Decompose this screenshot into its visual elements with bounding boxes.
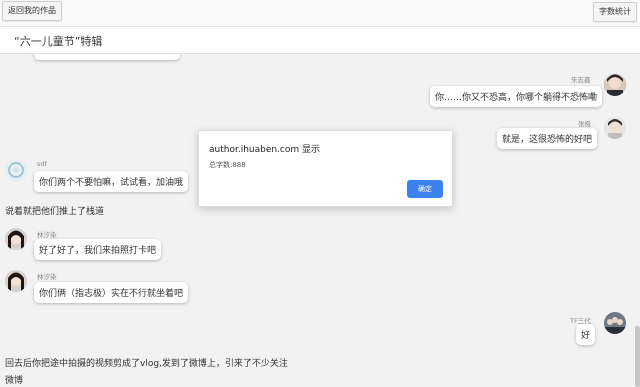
avatar <box>604 312 626 334</box>
chat-bubble: 好 <box>576 324 596 345</box>
chat-area[interactable]: 朱志鑫 你……你又不恐高，你哪个躺得不恐怖嘞 张极 就是，这很恐怖的好吧 sdf <box>0 54 640 387</box>
avatar-image <box>604 74 626 96</box>
narration-text: 回去后你把途中拍摄的视频剪成了vlog,发到了微博上，引来了不少关注 <box>5 359 288 369</box>
top-toolbar: 返回我的作品 字数统计 <box>0 0 640 27</box>
avatar <box>5 228 27 250</box>
chat-bubble: 你们两个不要怕嘛，试试看，加油哦 <box>34 171 189 192</box>
dialog-message: 总字数:888 <box>209 161 246 169</box>
avatar <box>5 270 27 292</box>
page-title: “六一儿童节”特辑 <box>14 35 103 48</box>
speaker-name: 张极 <box>578 120 591 128</box>
avatar-image <box>5 228 27 250</box>
avatar <box>604 117 626 139</box>
speaker-name: sdf <box>37 160 47 168</box>
speaker-name: 林汐染 <box>37 273 57 281</box>
chat-bubble <box>34 54 180 60</box>
avatar-image <box>5 159 27 181</box>
chat-bubble: 你们俩（指志极）实在不行就坐着吧 <box>34 282 189 303</box>
speaker-name: 朱志鑫 <box>571 76 591 84</box>
speaker-name: 林汐染 <box>37 231 57 239</box>
narration-text: 微博 <box>5 376 24 386</box>
back-to-my-works-button[interactable]: 返回我的作品 <box>2 1 62 21</box>
avatar-image <box>604 312 626 334</box>
chat-bubble: 就是，这很恐怖的好吧 <box>497 128 598 149</box>
dialog-title: author.ihuaben.com 显示 <box>209 145 321 155</box>
avatar <box>604 74 626 96</box>
alert-dialog: author.ihuaben.com 显示 总字数:888 确定 <box>198 130 453 207</box>
avatar-image <box>5 270 27 292</box>
narration-text: 说着就把他们推上了栈道 <box>5 207 105 217</box>
avatar <box>5 159 27 181</box>
chat-bubble: 你……你又不恐高，你哪个躺得不恐怖嘞 <box>430 86 603 107</box>
ok-button[interactable]: 确定 <box>407 180 443 198</box>
title-bar: “六一儿童节”特辑 <box>0 27 640 54</box>
chat-bubble: 好了好了，我们来拍照打卡吧 <box>34 239 162 260</box>
scrollbar[interactable] <box>635 326 640 387</box>
avatar-image <box>604 117 626 139</box>
word-count-button[interactable]: 字数统计 <box>593 2 637 22</box>
